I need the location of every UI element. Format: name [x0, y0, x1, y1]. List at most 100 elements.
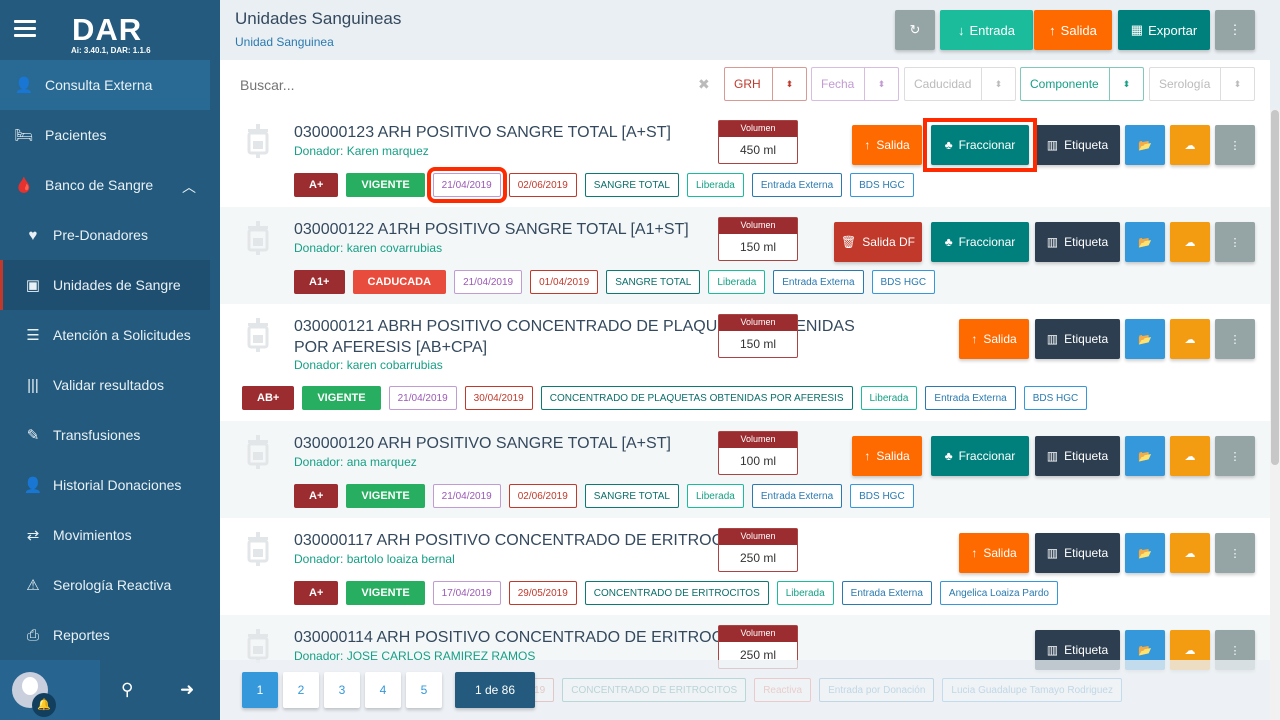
scrollbar[interactable]: [1270, 110, 1280, 720]
search-input[interactable]: [240, 77, 680, 93]
arrow-up-icon: ↑: [1049, 22, 1056, 38]
volume-box: Volumen 150 ml: [718, 217, 798, 261]
tag-bds: BDS HGC: [871, 270, 936, 294]
sidebar-item-validar-resultados[interactable]: ||| Validar resultados: [0, 360, 210, 410]
tag-vig: VIGENTE: [346, 484, 425, 508]
header-salida-button[interactable]: ↑ Salida: [1034, 10, 1112, 50]
header-refresh-button[interactable]: ↻: [895, 10, 935, 50]
etiqueta-button[interactable]: ▥ Etiqueta: [1035, 533, 1120, 573]
volume-box: Volumen 450 ml: [718, 120, 798, 164]
sidebar-item-movimientos[interactable]: ⇄ Movimientos: [0, 510, 210, 560]
etiqueta-button[interactable]: ▥ Etiqueta: [1035, 125, 1120, 165]
filter-grh-select[interactable]: GRH ⬍: [724, 67, 807, 101]
salida-df-button[interactable]: 🗑 Salida DF: [834, 222, 922, 262]
more-button[interactable]: ⋮: [1215, 319, 1255, 359]
blood-bag-icon: 🩸: [14, 177, 34, 194]
tag-d1: 21/04/2019: [454, 270, 523, 294]
logout-icon[interactable]: ➜: [180, 680, 194, 700]
breadcrumb[interactable]: Unidad Sanguinea: [235, 35, 334, 49]
syringe-icon: ✎: [26, 427, 40, 444]
download-button[interactable]: ☁: [1170, 319, 1210, 359]
page-2-button[interactable]: 2: [283, 672, 319, 708]
sidebar-item-label: Consulta Externa: [45, 77, 153, 93]
sitemap-icon: ♣: [944, 235, 953, 249]
sidebar-item-pre-donadores[interactable]: ♥ Pre-Donadores: [0, 210, 210, 260]
salida-button[interactable]: ↑ Salida: [852, 125, 922, 165]
download-button[interactable]: ☁: [1170, 222, 1210, 262]
pagination: 12345 1 de 86: [220, 660, 1270, 720]
header-exportar-button[interactable]: ▦ Exportar: [1118, 10, 1210, 50]
more-button[interactable]: ⋮: [1215, 533, 1255, 573]
sidebar-item-label: Historial Donaciones: [53, 477, 182, 493]
menu-icon[interactable]: [14, 20, 36, 38]
barcode-icon: |||: [27, 376, 39, 394]
more-icon: ⋮: [1229, 236, 1241, 249]
tag-cad: CADUCADA: [352, 270, 447, 294]
folder-button[interactable]: 📂: [1125, 222, 1165, 262]
sort-arrows-icon: ⬍: [1109, 68, 1143, 100]
page-3-button[interactable]: 3: [324, 672, 360, 708]
folder-button[interactable]: 📂: [1125, 436, 1165, 476]
filter-componente-select[interactable]: Componente ⬍: [1020, 67, 1144, 101]
button-label: Salida: [876, 138, 910, 152]
salida-button[interactable]: ↑ Salida: [852, 436, 922, 476]
etiqueta-button[interactable]: ▥ Etiqueta: [1035, 222, 1120, 262]
sidebar-item-consulta-externa[interactable]: 👤 Consulta Externa: [0, 60, 210, 110]
sidebar-item-label: Pacientes: [45, 127, 107, 143]
search-icon[interactable]: ⚲: [121, 680, 133, 700]
tag-comp: CONCENTRADO DE PLAQUETAS OBTENIDAS POR A…: [540, 386, 853, 410]
salida-button[interactable]: ↑ Salida: [959, 533, 1029, 573]
fraccionar-button[interactable]: ♣ Fraccionar: [931, 436, 1029, 476]
donor-name: Donador: karen covarrubias: [294, 241, 443, 255]
tag-d1: 17/04/2019: [432, 581, 501, 605]
donor-name: Donador: ana marquez: [294, 455, 417, 469]
header-entrada-button[interactable]: ↓ Entrada: [940, 10, 1033, 50]
filter-fecha-select[interactable]: Fecha ⬍: [811, 67, 899, 101]
button-label: Etiqueta: [1064, 449, 1109, 463]
sidebar-item-pacientes[interactable]: 🛏 Pacientes: [0, 110, 210, 160]
tag-comp: CONCENTRADO DE ERITROCITOS: [584, 581, 769, 605]
fraccionar-button[interactable]: ♣ Fraccionar: [931, 222, 1029, 262]
more-icon: ⋮: [1229, 450, 1241, 463]
tag-ent: Entrada Externa: [751, 173, 843, 197]
chevron-up-icon[interactable]: ︿: [182, 177, 196, 197]
button-label: Etiqueta: [1064, 332, 1109, 346]
sidebar-item-historial-donaciones[interactable]: 👤 Historial Donaciones: [0, 460, 210, 510]
clear-icon[interactable]: ✖: [698, 76, 710, 93]
filter-serologa-select[interactable]: Serología ⬍: [1149, 67, 1255, 101]
download-button[interactable]: ☁: [1170, 125, 1210, 165]
more-button[interactable]: ⋮: [1215, 125, 1255, 165]
sidebar-item-serolog-a-reactiva[interactable]: ⚠ Serología Reactiva: [0, 560, 210, 610]
button-label: Entrada: [969, 22, 1016, 38]
button-label: Salida: [983, 332, 1017, 346]
sidebar-item-reportes[interactable]: ⎙ Reportes: [0, 610, 210, 660]
sidebar-item-transfusiones[interactable]: ✎ Transfusiones: [0, 410, 210, 460]
sidebar-item-banco-de-sangre[interactable]: 🩸 Banco de Sangre ︿: [0, 160, 210, 210]
folder-button[interactable]: 📂: [1125, 533, 1165, 573]
more-button[interactable]: ⋮: [1215, 436, 1255, 476]
page-5-button[interactable]: 5: [406, 672, 442, 708]
sidebar-item-unidades-de-sangre[interactable]: ▣ Unidades de Sangre: [0, 260, 210, 310]
download-icon: ☁: [1184, 236, 1196, 249]
salida-button[interactable]: ↑ Salida: [959, 319, 1029, 359]
header-more-vertical-button[interactable]: ⋮: [1215, 10, 1255, 50]
download-button[interactable]: ☁: [1170, 436, 1210, 476]
tag-lib: Liberada: [708, 270, 766, 294]
donor-name: Donador: bartolo loaiza bernal: [294, 552, 455, 566]
etiqueta-button[interactable]: ▥ Etiqueta: [1035, 436, 1120, 476]
more-button[interactable]: ⋮: [1215, 222, 1255, 262]
bed-icon: 🛏: [14, 127, 34, 144]
bell-icon[interactable]: 🔔: [32, 693, 56, 717]
download-button[interactable]: ☁: [1170, 533, 1210, 573]
folder-button[interactable]: 📂: [1125, 125, 1165, 165]
blood-bag-icon: [244, 124, 272, 158]
folder-button[interactable]: 📂: [1125, 319, 1165, 359]
sidebar-item-atenci-n-a-solicitudes[interactable]: ☰ Atención a Solicitudes: [0, 310, 210, 360]
highlight-box: [923, 118, 1037, 172]
filter-caducidad-select[interactable]: Caducidad ⬍: [904, 67, 1016, 101]
folder-icon: 📂: [1138, 333, 1152, 346]
etiqueta-button[interactable]: ▥ Etiqueta: [1035, 319, 1120, 359]
page-1-button[interactable]: 1: [242, 672, 278, 708]
tag-lib: Liberada: [776, 581, 834, 605]
page-4-button[interactable]: 4: [365, 672, 401, 708]
